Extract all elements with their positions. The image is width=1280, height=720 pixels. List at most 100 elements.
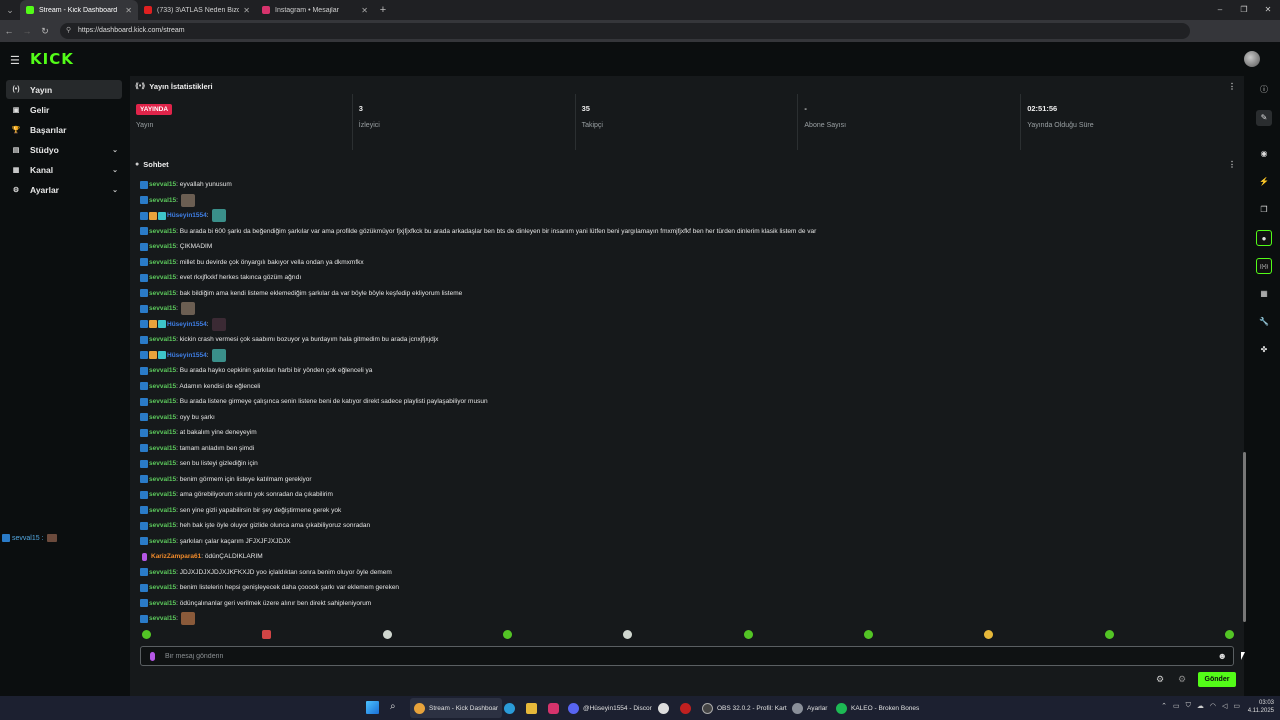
chat-username[interactable]: Hüseyin1554 bbox=[167, 352, 207, 359]
wrench-icon[interactable]: 🔧 bbox=[1256, 314, 1272, 330]
taskbar-app-discord[interactable]: @Hüseyin1554 - Discor bbox=[564, 698, 656, 718]
taskbar-app-obs[interactable]: OBS 32.0.2 - Profil: Kart bbox=[698, 698, 791, 718]
browser-tab-youtube[interactable]: (733) 3\ATLAS Neden Bizden G... ✕ bbox=[138, 0, 256, 20]
chat-username[interactable]: sevval15 bbox=[149, 197, 176, 204]
more-options-icon[interactable]: ⋮ bbox=[1228, 82, 1236, 91]
chat-username[interactable]: sevval15 bbox=[149, 383, 176, 390]
quick-emote-icon[interactable] bbox=[623, 630, 633, 639]
quick-emote-icon[interactable] bbox=[1104, 630, 1114, 639]
browser-tab-instagram[interactable]: Instagram • Mesajlar ✕ bbox=[256, 0, 374, 20]
grid-icon[interactable]: ▦ bbox=[1256, 286, 1272, 302]
chat-username[interactable]: sevval15 bbox=[149, 429, 176, 436]
chat-icon[interactable]: ● bbox=[1256, 230, 1272, 246]
taskbar-app-settings[interactable]: Ayarlar bbox=[788, 698, 831, 718]
new-tab-button[interactable]: + bbox=[374, 4, 392, 16]
emoji-picker-icon[interactable]: ☻ bbox=[1218, 651, 1227, 661]
chat-username[interactable]: sevval15 bbox=[149, 569, 176, 576]
chat-username[interactable]: sevval15 bbox=[149, 522, 176, 529]
chat-username[interactable]: sevval15 bbox=[149, 259, 176, 266]
taskbar-app-spotify[interactable]: KALEO - Broken Bones bbox=[832, 698, 923, 718]
user-avatar[interactable] bbox=[1244, 51, 1260, 67]
sidebar-item-ayarlar[interactable]: ⚙ Ayarlar ⌄ bbox=[6, 180, 122, 199]
reload-icon[interactable]: ↻ bbox=[36, 26, 54, 37]
minimize-icon[interactable]: – bbox=[1208, 0, 1232, 20]
chat-username[interactable]: sevval15 bbox=[149, 476, 176, 483]
quick-emote-icon[interactable] bbox=[1224, 630, 1234, 639]
chat-username[interactable]: sevval15 bbox=[149, 228, 176, 235]
quick-emote-icon[interactable] bbox=[863, 630, 873, 639]
tray-chevron-icon[interactable]: ⌃ bbox=[1161, 702, 1167, 710]
site-info-icon[interactable]: ⚲ bbox=[66, 23, 71, 39]
chat-username[interactable]: sevval15 bbox=[149, 181, 176, 188]
bolt-icon[interactable]: ⚡ bbox=[1256, 174, 1272, 190]
chat-username[interactable]: sevval15 bbox=[149, 367, 176, 374]
tray-shield-icon[interactable]: ⛉ bbox=[1186, 702, 1191, 710]
chat-username[interactable]: sevval15 bbox=[149, 243, 176, 250]
chat-username[interactable]: sevval15 bbox=[149, 584, 176, 591]
taskbar-explorer-icon[interactable] bbox=[522, 698, 545, 718]
taskbar-edge-icon[interactable] bbox=[500, 698, 523, 718]
sidebar-item-kanal[interactable]: ▦ Kanal ⌄ bbox=[6, 160, 122, 179]
copy-icon[interactable]: ❐ bbox=[1256, 202, 1272, 218]
quick-emote-icon[interactable] bbox=[743, 630, 753, 639]
close-icon[interactable]: ✕ bbox=[361, 6, 368, 15]
forward-icon[interactable]: → bbox=[18, 26, 36, 36]
chat-message-input[interactable] bbox=[165, 649, 1205, 663]
more-options-icon[interactable]: ⋮ bbox=[1228, 160, 1236, 169]
close-icon[interactable]: ✕ bbox=[243, 6, 250, 15]
maximize-icon[interactable]: ❐ bbox=[1232, 0, 1256, 20]
wifi-icon[interactable]: ◠ bbox=[1210, 702, 1216, 710]
quick-emote-icon[interactable] bbox=[984, 630, 994, 639]
tray-cloud-icon[interactable]: ☁ bbox=[1197, 702, 1204, 710]
chat-username[interactable]: Hüseyin1554 bbox=[167, 321, 207, 328]
search-icon[interactable]: ⌕ bbox=[390, 701, 396, 712]
chat-username[interactable]: sevval15 bbox=[149, 460, 176, 467]
sidebar-item-basarilar[interactable]: 🏆 Başarılar bbox=[6, 120, 122, 139]
close-icon[interactable]: ✕ bbox=[125, 6, 132, 15]
url-field[interactable]: ⚲ https://dashboard.kick.com/stream bbox=[60, 23, 1190, 39]
chat-username[interactable]: sevval15 bbox=[149, 398, 176, 405]
quick-emote-icon[interactable] bbox=[382, 630, 392, 639]
chat-username[interactable]: sevval15 bbox=[149, 445, 176, 452]
tray-app-icon[interactable]: ▭ bbox=[1173, 702, 1180, 710]
back-icon[interactable]: ← bbox=[0, 26, 18, 36]
hamburger-menu-icon[interactable]: ☰ bbox=[10, 54, 20, 67]
tab-search-icon[interactable]: ⌄ bbox=[0, 0, 20, 20]
chat-username[interactable]: sevval15 bbox=[149, 414, 176, 421]
chat-tools-icon[interactable]: ⚙ bbox=[1178, 674, 1186, 685]
volume-icon[interactable]: ◁ bbox=[1222, 702, 1227, 710]
chat-username[interactable]: sevval15 bbox=[149, 615, 176, 622]
chat-username[interactable]: Hüseyin1554 bbox=[167, 212, 207, 219]
chat-username[interactable]: sevval15 bbox=[149, 491, 176, 498]
quick-emote-icon[interactable] bbox=[502, 630, 512, 639]
chat-settings-icon[interactable]: ⚙ bbox=[1156, 674, 1164, 685]
broadcast-icon[interactable]: ((•)) bbox=[1256, 258, 1272, 274]
taskbar-record-icon[interactable] bbox=[676, 698, 699, 718]
windows-start-icon[interactable] bbox=[366, 701, 379, 714]
quick-emote-icon[interactable] bbox=[142, 630, 151, 639]
system-clock[interactable]: 03:03 4.11.2025 bbox=[1248, 699, 1274, 715]
sidebar-item-studyo[interactable]: ▤ Stüdyo ⌄ bbox=[6, 140, 122, 159]
battery-icon[interactable]: ▭ bbox=[1233, 702, 1240, 710]
chat-username[interactable]: sevval15 bbox=[149, 290, 176, 297]
chat-username[interactable]: sevval15 bbox=[149, 538, 176, 545]
chat-username[interactable]: sevval15 bbox=[149, 336, 176, 343]
chat-username[interactable]: sevval15 bbox=[149, 507, 176, 514]
sidebar-item-yayin[interactable]: (•) Yayın bbox=[6, 80, 122, 99]
sidebar-item-gelir[interactable]: ▣ Gelir bbox=[6, 100, 122, 119]
viewer-list-item[interactable]: sevval15 : bbox=[2, 534, 57, 542]
kick-logo[interactable]: KICK bbox=[30, 50, 74, 68]
close-window-icon[interactable]: ✕ bbox=[1256, 0, 1280, 20]
browser-tab-kick[interactable]: Stream - Kick Dashboard ✕ bbox=[20, 0, 138, 20]
info-icon[interactable]: ⓘ bbox=[1256, 82, 1272, 98]
taskbar-github-icon[interactable] bbox=[654, 698, 677, 718]
camera-icon[interactable]: ◉ bbox=[1256, 146, 1272, 162]
edit-icon[interactable]: ✎ bbox=[1256, 110, 1272, 126]
send-button[interactable]: Gönder bbox=[1198, 672, 1236, 687]
puzzle-icon[interactable]: ✤ bbox=[1256, 342, 1272, 358]
chat-scrollbar[interactable] bbox=[1243, 452, 1246, 622]
chat-username[interactable]: KarizZampara61 bbox=[151, 553, 201, 560]
chat-username[interactable]: sevval15 bbox=[149, 274, 176, 281]
quick-emote-icon[interactable] bbox=[262, 630, 272, 639]
chat-username[interactable]: sevval15 bbox=[149, 305, 176, 312]
